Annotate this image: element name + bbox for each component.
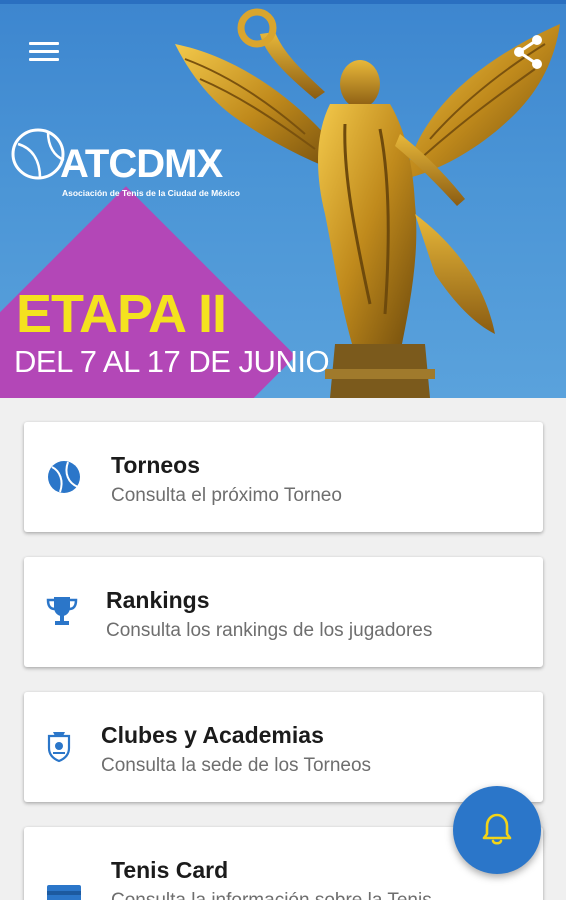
card-icon xyxy=(47,885,81,900)
share-icon[interactable] xyxy=(508,32,548,72)
bell-icon xyxy=(482,813,512,845)
card-description: Consulta los rankings de los jugadores xyxy=(106,620,433,641)
crest-icon xyxy=(47,732,71,763)
notifications-fab-button[interactable] xyxy=(453,786,541,874)
card-description: Consulta el próximo Torneo xyxy=(111,485,342,506)
card-rankings[interactable]: Rankings Consulta los rankings de los ju… xyxy=(24,557,543,667)
card-clubes-academias[interactable]: Clubes y Academias Consulta la sede de l… xyxy=(24,692,543,802)
card-torneos[interactable]: Torneos Consulta el próximo Torneo xyxy=(24,422,543,532)
hero-banner: ATCDMX Asociación de Tenis de la Ciudad … xyxy=(0,4,566,398)
card-title: Clubes y Academias xyxy=(101,722,324,748)
atcdmx-logo: ATCDMX Asociación de Tenis de la Ciudad … xyxy=(10,124,250,204)
card-description: Consulta la información sobre la Tenis xyxy=(111,890,432,900)
card-title: Tenis Card xyxy=(111,857,229,883)
card-title: Torneos xyxy=(111,452,201,478)
logo-text: ATCDMX xyxy=(60,142,223,186)
card-title: Rankings xyxy=(106,587,210,613)
trophy-icon xyxy=(46,597,78,625)
banner-dates: DEL 7 AL 17 DE JUNIO xyxy=(14,344,330,379)
tennis-ball-icon xyxy=(48,461,80,493)
card-description: Consulta la sede de los Torneos xyxy=(101,755,372,776)
banner-title: ETAPA II xyxy=(16,284,227,344)
hamburger-menu-icon[interactable] xyxy=(26,38,62,68)
logo-subtitle: Asociación de Tenis de la Ciudad de Méxi… xyxy=(62,188,240,198)
